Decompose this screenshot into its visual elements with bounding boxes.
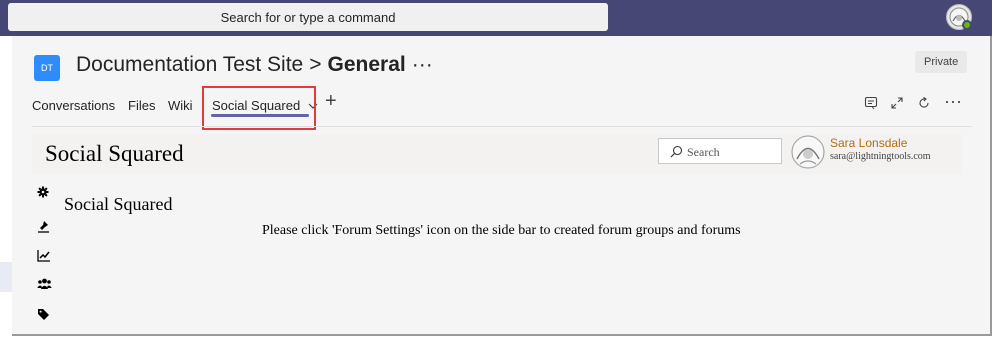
- top-bar: Search for or type a command: [0, 0, 992, 36]
- forum-settings-gear-icon[interactable]: [37, 186, 51, 200]
- left-rail-edge: [0, 262, 12, 292]
- breadcrumb-separator: >: [309, 53, 322, 76]
- app-search-placeholder: Search: [687, 145, 720, 159]
- users-icon[interactable]: [37, 278, 52, 292]
- channel-name[interactable]: General: [328, 53, 406, 76]
- expand-icon[interactable]: [890, 96, 904, 113]
- command-search-placeholder: Search for or type a command: [220, 10, 396, 25]
- app-title: Social Squared: [45, 141, 184, 166]
- tab-wiki[interactable]: Wiki: [168, 98, 193, 113]
- user-profile-avatar[interactable]: [790, 134, 826, 170]
- tab-files[interactable]: Files: [128, 98, 155, 113]
- chart-icon[interactable]: [37, 249, 51, 263]
- app-search-input[interactable]: Search: [658, 138, 782, 164]
- content-heading: Social Squared: [64, 194, 173, 214]
- more-options-button[interactable]: ···: [944, 91, 962, 112]
- team-name[interactable]: Documentation Test Site: [76, 53, 303, 76]
- user-name: Sara Lonsdale: [830, 136, 908, 150]
- presence-available-icon: [962, 20, 972, 30]
- user-email: sara@lightningtools.com: [830, 151, 931, 162]
- channel-more-button[interactable]: ···: [412, 53, 433, 76]
- tab-highlight-box: [202, 86, 316, 130]
- tab-conversations[interactable]: Conversations: [32, 98, 115, 113]
- refresh-icon[interactable]: [917, 96, 931, 113]
- command-search-box[interactable]: Search for or type a command: [8, 3, 608, 31]
- pin-icon[interactable]: [37, 220, 51, 234]
- tags-icon[interactable]: [37, 308, 51, 322]
- active-tab-underline: [211, 114, 309, 117]
- tab-divider: [32, 126, 972, 127]
- forum-settings-message: Please click 'Forum Settings' icon on th…: [262, 223, 741, 238]
- page-title: Documentation Test Site > General ···: [76, 53, 433, 77]
- add-tab-button[interactable]: +: [325, 90, 337, 113]
- private-badge: Private: [915, 51, 968, 73]
- team-avatar[interactable]: DT: [34, 55, 60, 81]
- team-channel-panel: DT Documentation Test Site > General ··· Pr…: [12, 36, 992, 336]
- app-header: Social Squared Search Sara Lonsdale sara…: [32, 134, 962, 174]
- chat-icon[interactable]: [864, 96, 878, 113]
- search-icon: [670, 145, 683, 158]
